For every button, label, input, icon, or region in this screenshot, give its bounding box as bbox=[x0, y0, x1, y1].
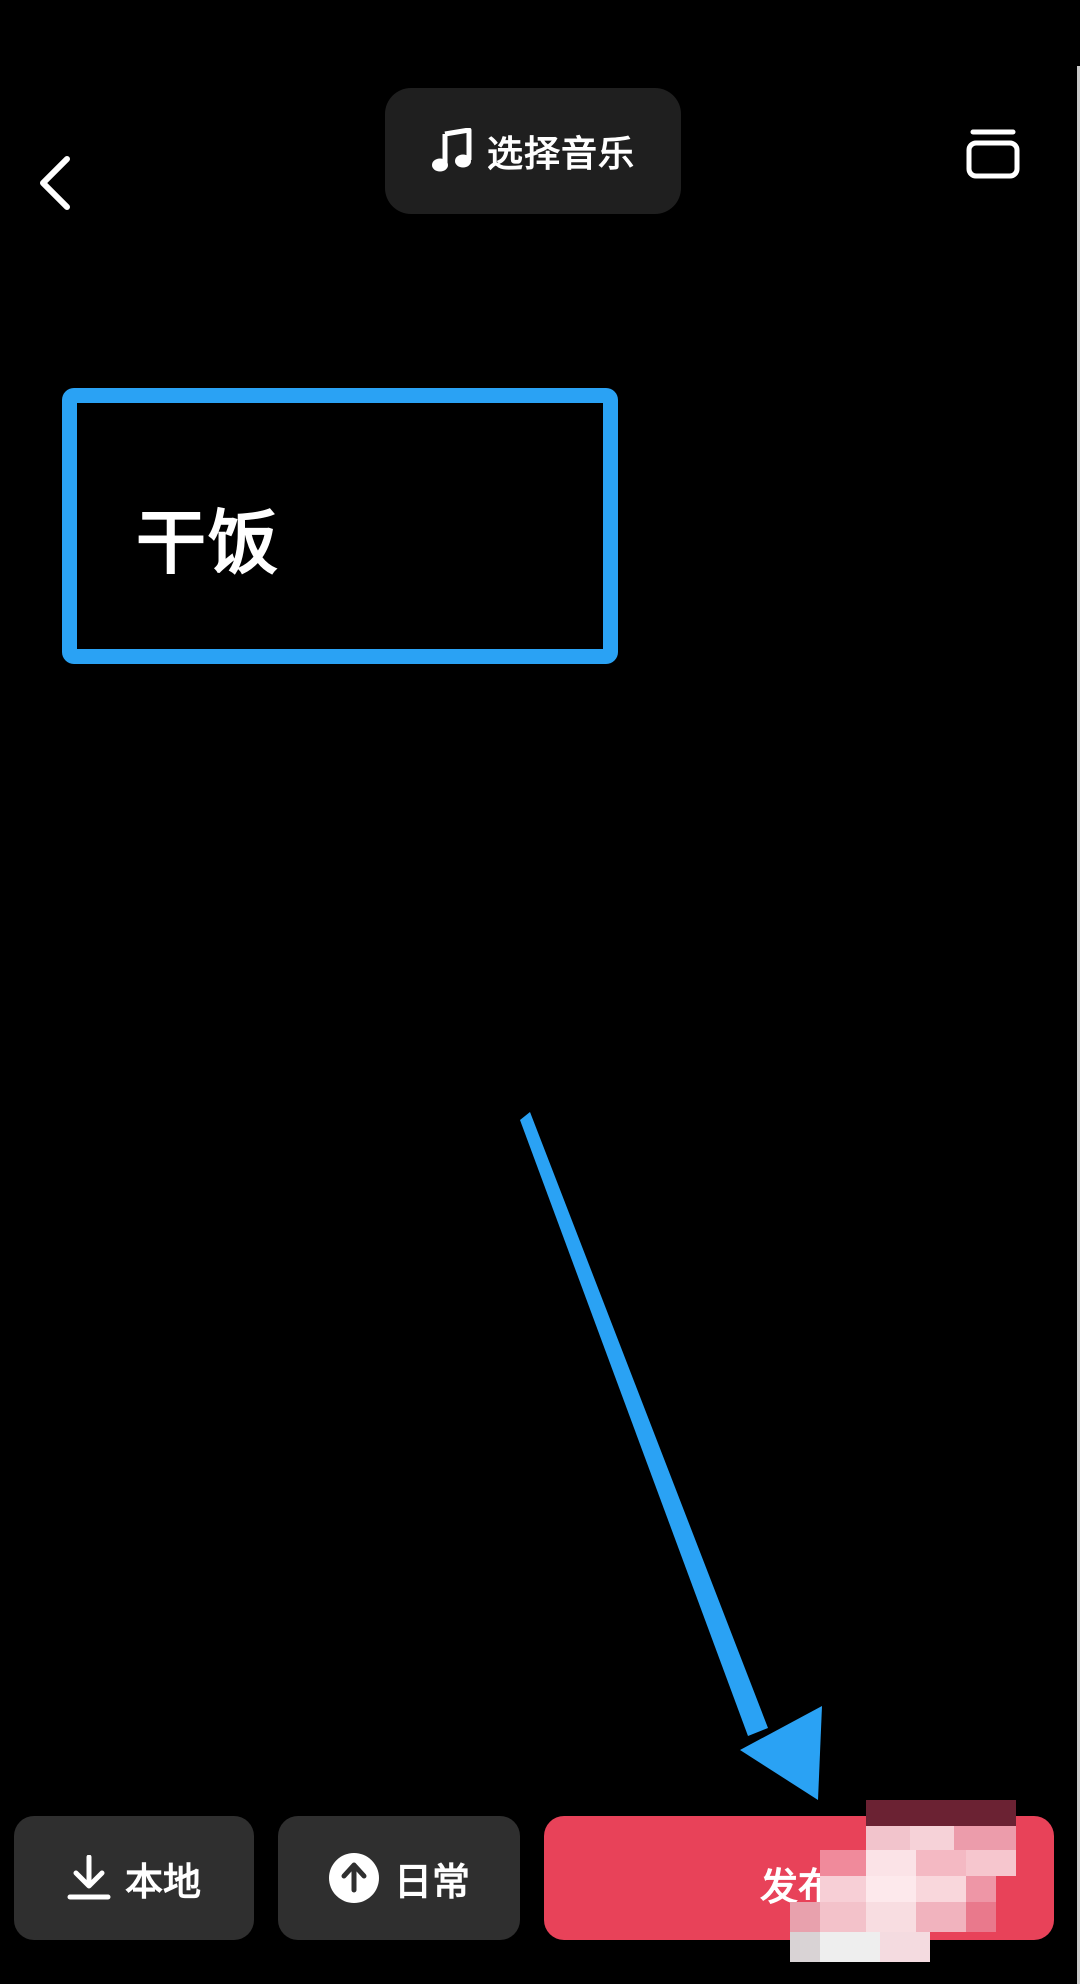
music-note-icon bbox=[431, 128, 472, 172]
local-button-label: 本地 bbox=[124, 1859, 201, 1904]
upload-circle-icon bbox=[328, 1853, 379, 1903]
chevron-left-icon bbox=[40, 156, 70, 210]
daily-button-label: 日常 bbox=[393, 1859, 470, 1904]
publish-button-label: 发布 bbox=[760, 1865, 837, 1909]
annotation-arrow bbox=[520, 1112, 822, 1800]
download-icon bbox=[67, 1855, 111, 1900]
daily-button[interactable]: 日常 bbox=[278, 1816, 520, 1940]
local-button[interactable]: 本地 bbox=[14, 1816, 254, 1940]
stacked-window-icon bbox=[966, 129, 1020, 179]
select-music-button[interactable]: 选择音乐 bbox=[385, 88, 681, 214]
annotation-arrow-head bbox=[740, 1706, 822, 1800]
window-button[interactable] bbox=[955, 116, 1031, 192]
text-sticker[interactable]: 干饭 bbox=[136, 487, 280, 588]
back-button[interactable] bbox=[22, 138, 88, 228]
annotation-arrow-shaft bbox=[520, 1112, 768, 1736]
select-music-label: 选择音乐 bbox=[486, 134, 635, 175]
